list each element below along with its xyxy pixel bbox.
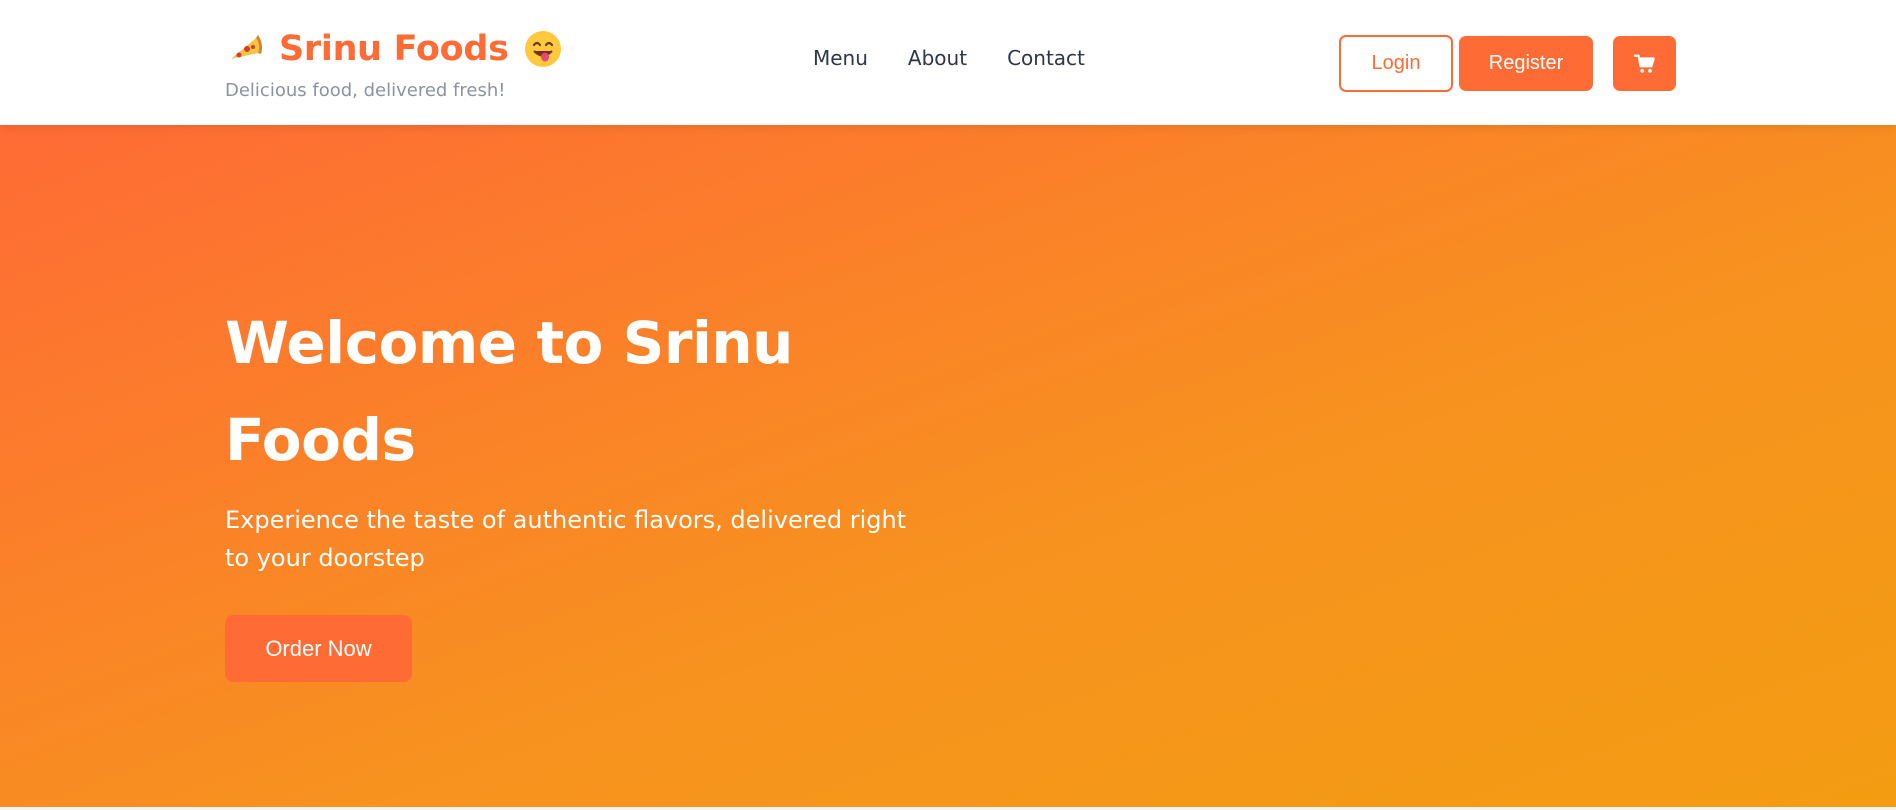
brand-row: Srinu Foods <box>225 26 563 72</box>
hero-subtitle: Experience the taste of authentic flavor… <box>225 506 907 572</box>
tagline: Delicious food, delivered fresh! <box>225 80 506 101</box>
site-header: Srinu Foods Delicious food, delivered fr… <box>0 0 1896 125</box>
login-button[interactable]: Login <box>1339 35 1453 92</box>
hero-section: Welcome to Srinu Foods Experience the ta… <box>0 125 1896 807</box>
pizza-icon <box>225 29 265 69</box>
brand: Srinu Foods Delicious food, delivered fr… <box>225 26 563 101</box>
hero-title: Welcome to Srinu Foods <box>225 309 793 474</box>
nav-contact[interactable]: Contact <box>1007 46 1085 70</box>
cart-button[interactable] <box>1613 36 1676 91</box>
nav-about[interactable]: About <box>908 46 967 70</box>
register-button[interactable]: Register <box>1459 36 1593 91</box>
order-now-button[interactable]: Order Now <box>225 615 412 682</box>
face-savoring-food-icon <box>523 29 563 69</box>
main-nav: Menu About Contact <box>813 46 1085 70</box>
nav-menu[interactable]: Menu <box>813 46 868 70</box>
brand-name: Srinu Foods <box>279 29 509 69</box>
header-actions: Login Register <box>1339 35 1676 92</box>
cart-icon <box>1633 53 1656 75</box>
